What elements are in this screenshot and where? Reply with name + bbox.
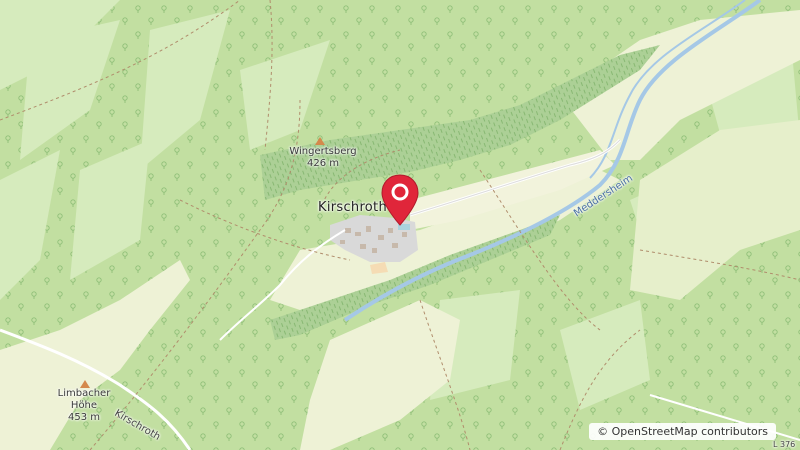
osm-attribution-link[interactable]: OpenStreetMap contributors [612, 425, 768, 438]
copyright-icon: © [597, 425, 609, 438]
peak-label-limbacher-hoehe: Limbacher Höhe 453 m [52, 388, 116, 424]
road-ref-label: L 376 [773, 440, 796, 449]
peak-elevation: 426 m [306, 158, 339, 169]
location-pin-icon[interactable] [380, 173, 420, 227]
map-view[interactable]: Wingertsberg 426 m Kirschroth Limbacher … [0, 0, 800, 450]
peak-name-line1: Limbacher [57, 388, 111, 399]
peak-name: Wingertsberg [289, 146, 357, 157]
peak-label-wingertsberg: Wingertsberg 426 m [287, 146, 359, 170]
peak-name-line2: Höhe [70, 400, 98, 411]
peak-elevation: 453 m [67, 412, 100, 423]
town-label-kirschroth: Kirschroth [318, 200, 387, 215]
map-attribution: © OpenStreetMap contributors [589, 423, 776, 440]
